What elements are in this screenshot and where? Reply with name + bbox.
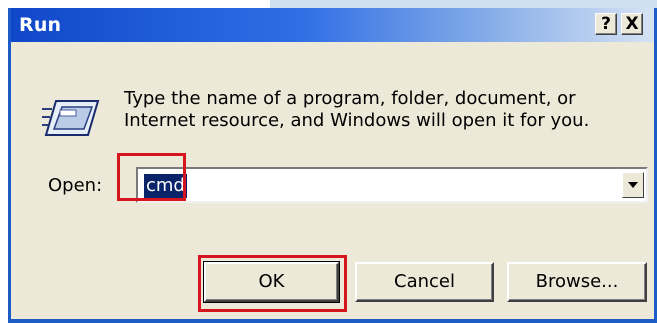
help-button[interactable]: ? <box>595 13 617 35</box>
instructions-line-2: Internet resource, and Windows will open… <box>124 110 590 131</box>
run-icon <box>42 100 100 136</box>
window-title: Run <box>19 14 62 36</box>
highlight-box-ok-button <box>198 255 347 312</box>
instructions-text: Type the name of a program, folder, docu… <box>124 88 624 132</box>
close-button[interactable]: X <box>621 13 643 35</box>
open-combobox[interactable]: cmd <box>136 167 648 203</box>
window-border-bottom <box>11 319 654 323</box>
instructions-line-1: Type the name of a program, folder, docu… <box>124 88 576 109</box>
run-dialog: Run ? X Type the name of a program, fold… <box>8 8 657 323</box>
cancel-button[interactable]: Cancel <box>355 262 494 302</box>
highlight-box-open-field <box>117 153 186 201</box>
open-label: Open: <box>48 175 103 196</box>
browse-button[interactable]: Browse... <box>507 262 647 302</box>
title-bar[interactable]: Run ? X <box>11 8 654 42</box>
chevron-down-icon[interactable] <box>622 172 644 198</box>
